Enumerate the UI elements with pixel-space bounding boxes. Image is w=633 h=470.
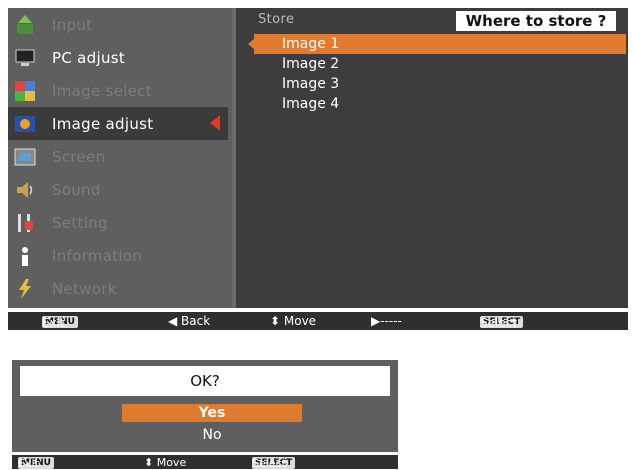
input-icon	[14, 14, 36, 36]
image-adjust-icon	[14, 113, 36, 135]
sidebar-item-information[interactable]: Information	[8, 239, 228, 272]
no-button[interactable]: No	[122, 426, 302, 444]
main-menu: Input PC adjust Image select Image adjus…	[8, 8, 628, 308]
sidebar-item-label: Setting	[52, 213, 108, 232]
panel-title: Store	[258, 12, 295, 27]
dialog-status-bar: MENU Exit ⬍ Move SELECT Select	[12, 455, 398, 470]
status-move: ⬍ Move	[270, 314, 317, 328]
confirm-dialog: OK? Yes No	[12, 360, 398, 452]
sidebar: Input PC adjust Image select Image adjus…	[8, 8, 232, 308]
status-back: ◀ Back	[168, 314, 211, 328]
list-item-image-1[interactable]: Image 1	[248, 34, 626, 54]
sidebar-item-setting[interactable]: Setting	[8, 206, 228, 239]
image-select-icon	[14, 80, 36, 102]
store-list: Image 1 Image 2 Image 3 Image 4	[248, 34, 626, 114]
sidebar-item-screen[interactable]: Screen	[8, 140, 228, 173]
status-next: ▶-----	[371, 314, 402, 328]
status-bar: MENU Exit ◀ Back ⬍ Move ▶----- SELECT Sele…	[8, 312, 628, 330]
yes-button[interactable]: Yes	[122, 404, 302, 422]
sound-icon	[14, 179, 36, 201]
sidebar-item-sound[interactable]: Sound	[8, 173, 228, 206]
sidebar-item-label: PC adjust	[52, 48, 126, 67]
network-icon	[14, 278, 36, 300]
where-to-store-label: Where to store ?	[456, 11, 616, 31]
sidebar-item-label: Image adjust	[52, 114, 154, 133]
store-panel: Store Where to store ? Image 1 Image 2 I…	[236, 8, 628, 308]
screen-icon	[14, 146, 36, 168]
dialog-title: OK?	[20, 366, 390, 396]
sidebar-item-pc-adjust[interactable]: PC adjust	[8, 41, 228, 74]
list-item-image-4[interactable]: Image 4	[254, 94, 626, 114]
sidebar-item-image-adjust[interactable]: Image adjust	[8, 107, 228, 140]
sidebar-item-label: Network	[52, 279, 117, 298]
status-move: ⬍ Move	[144, 456, 187, 469]
list-item-image-3[interactable]: Image 3	[254, 74, 626, 94]
sidebar-item-network[interactable]: Network	[8, 272, 228, 305]
setting-icon	[14, 212, 36, 234]
sidebar-item-label: Information	[52, 246, 143, 265]
information-icon	[14, 245, 36, 267]
selector-arrow-icon	[210, 115, 220, 131]
sidebar-item-label: Input	[52, 15, 93, 34]
sidebar-item-image-select[interactable]: Image select	[8, 74, 228, 107]
sidebar-item-label: Sound	[52, 180, 101, 199]
pc-adjust-icon	[14, 47, 36, 69]
sidebar-item-input[interactable]: Input	[8, 8, 228, 41]
sidebar-item-label: Screen	[52, 147, 106, 166]
sidebar-item-label: Image select	[52, 81, 152, 100]
list-item-image-2[interactable]: Image 2	[254, 54, 626, 74]
